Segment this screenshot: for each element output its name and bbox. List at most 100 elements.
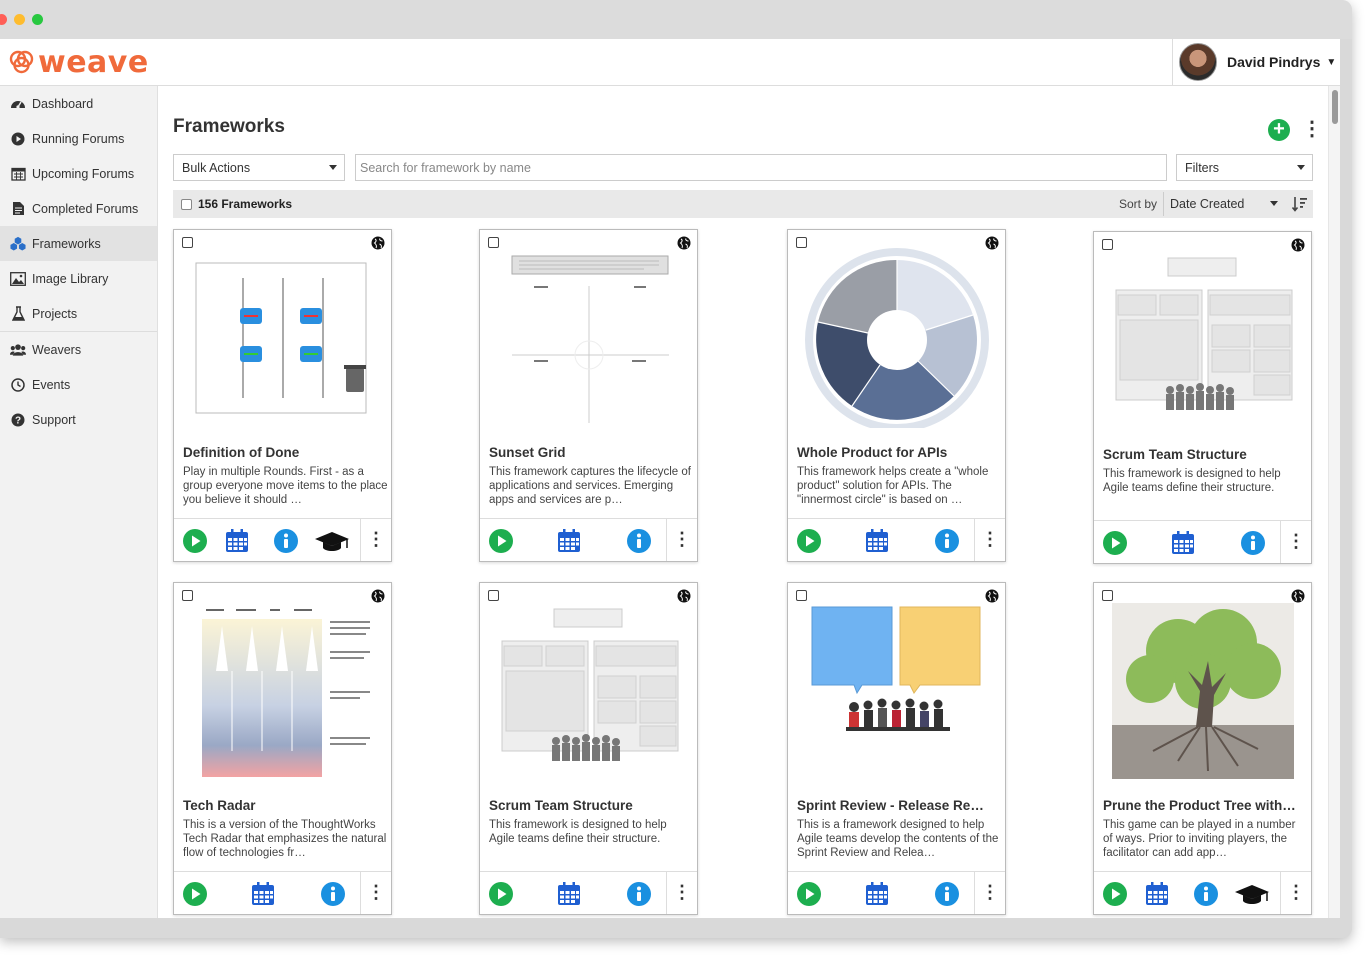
card-title[interactable]: Prune the Product Tree with… <box>1103 798 1303 813</box>
info-icon[interactable] <box>626 881 652 907</box>
card-more-options-icon[interactable]: ⋮ <box>1280 872 1311 914</box>
sidebar-item-support[interactable]: ? Support <box>0 402 157 437</box>
card-title[interactable]: Tech Radar <box>183 798 383 813</box>
info-icon[interactable] <box>1240 530 1266 556</box>
sidebar-item-completed-forums[interactable]: Completed Forums <box>0 191 157 226</box>
play-icon[interactable] <box>1102 530 1128 556</box>
framework-card[interactable]: Whole Product for APIs This framework hel… <box>787 229 1006 562</box>
framework-card[interactable]: Definition of Done Play in multiple Round… <box>173 229 392 562</box>
framework-thumbnail[interactable] <box>802 601 992 781</box>
card-checkbox[interactable] <box>1102 590 1113 601</box>
scrollbar[interactable] <box>1328 86 1340 918</box>
info-icon[interactable] <box>934 881 960 907</box>
framework-thumbnail[interactable] <box>494 248 684 428</box>
filters-select[interactable]: Filters <box>1176 154 1313 181</box>
card-more-options-icon[interactable]: ⋮ <box>666 872 697 914</box>
card-more-options-icon[interactable]: ⋮ <box>360 519 391 561</box>
sort-value: Date Created <box>1170 197 1245 211</box>
card-checkbox[interactable] <box>1102 239 1113 250</box>
card-more-options-icon[interactable]: ⋮ <box>974 519 1005 561</box>
bulk-actions-select[interactable]: Bulk Actions <box>173 154 345 181</box>
card-title[interactable]: Scrum Team Structure <box>489 798 689 813</box>
play-icon[interactable] <box>182 881 208 907</box>
sidebar-item-running-forums[interactable]: Running Forums <box>0 121 157 156</box>
play-icon[interactable] <box>488 528 514 554</box>
sidebar-item-frameworks[interactable]: Frameworks <box>0 226 157 261</box>
add-framework-button[interactable]: + <box>1268 119 1290 141</box>
info-icon[interactable] <box>1193 881 1219 907</box>
info-icon[interactable] <box>273 528 299 554</box>
framework-thumbnail[interactable] <box>188 248 378 428</box>
card-actions: ⋮ <box>1094 520 1311 563</box>
card-title[interactable]: Sunset Grid <box>489 445 689 460</box>
card-more-options-icon[interactable]: ⋮ <box>666 519 697 561</box>
maximize-window-button[interactable] <box>32 14 43 25</box>
calendar-icon[interactable] <box>556 881 582 907</box>
info-icon[interactable] <box>626 528 652 554</box>
info-icon[interactable] <box>320 881 346 907</box>
framework-thumbnail[interactable] <box>1108 250 1298 430</box>
sidebar-item-image-library[interactable]: Image Library <box>0 261 157 296</box>
card-checkbox[interactable] <box>796 237 807 248</box>
close-window-button[interactable] <box>0 14 7 25</box>
play-icon[interactable] <box>796 528 822 554</box>
minimize-window-button[interactable] <box>14 14 25 25</box>
card-checkbox[interactable] <box>182 590 193 601</box>
card-more-options-icon[interactable]: ⋮ <box>1280 521 1311 563</box>
framework-card[interactable]: Sunset Grid This framework captures the l… <box>479 229 698 562</box>
card-title[interactable]: Whole Product for APIs <box>797 445 997 460</box>
play-icon[interactable] <box>488 881 514 907</box>
card-description: This framework helps create a "whole pro… <box>797 466 989 506</box>
sidebar-item-projects[interactable]: Projects <box>0 296 157 331</box>
card-checkbox[interactable] <box>488 237 499 248</box>
info-icon[interactable] <box>934 528 960 554</box>
sidebar-item-label: Running Forums <box>32 131 125 146</box>
framework-card[interactable]: Prune the Product Tree with… This game ca… <box>1093 582 1312 915</box>
framework-card[interactable]: Scrum Team Structure This framework is de… <box>479 582 698 915</box>
card-more-options-icon[interactable]: ⋮ <box>360 872 391 914</box>
more-options-icon[interactable]: ⋮ <box>1302 118 1322 142</box>
sidebar-item-events[interactable]: Events <box>0 367 157 402</box>
weave-logo[interactable]: weave <box>8 43 149 81</box>
sort-select[interactable]: Date Created <box>1163 192 1283 216</box>
calendar-icon[interactable] <box>864 881 890 907</box>
card-title[interactable]: Sprint Review - Release Re… <box>797 798 997 813</box>
card-checkbox[interactable] <box>182 237 193 248</box>
calendar-icon[interactable] <box>1144 881 1170 907</box>
sidebar-item-weavers[interactable]: Weavers <box>0 332 157 367</box>
calendar-icon[interactable] <box>556 528 582 554</box>
framework-thumbnail[interactable] <box>188 601 378 781</box>
calendar-icon[interactable] <box>224 528 250 554</box>
framework-card[interactable]: Sprint Review - Release Re… This is a fra… <box>787 582 1006 915</box>
card-title[interactable]: Scrum Team Structure <box>1103 447 1303 462</box>
users-icon <box>10 342 26 358</box>
sidebar-item-dashboard[interactable]: Dashboard <box>0 86 157 121</box>
card-checkbox[interactable] <box>796 590 807 601</box>
framework-thumbnail[interactable] <box>494 601 684 781</box>
search-input[interactable]: Search for framework by name <box>355 154 1167 181</box>
card-title[interactable]: Definition of Done <box>183 445 383 460</box>
framework-thumbnail[interactable] <box>1108 601 1298 781</box>
calendar-icon[interactable] <box>1170 530 1196 556</box>
framework-thumbnail[interactable] <box>802 248 992 432</box>
card-checkbox[interactable] <box>488 590 499 601</box>
card-more-options-icon[interactable]: ⋮ <box>974 872 1005 914</box>
chevron-down-icon: ▼ <box>1326 56 1337 68</box>
page-title: Frameworks <box>173 116 285 137</box>
framework-card[interactable]: Scrum Team Structure This framework is de… <box>1093 231 1312 564</box>
play-icon[interactable] <box>182 528 208 554</box>
sidebar-item-label: Events <box>32 377 71 392</box>
sidebar-item-upcoming-forums[interactable]: Upcoming Forums <box>0 156 157 191</box>
weave-logo-icon <box>9 50 34 74</box>
graduation-cap-icon <box>314 528 350 554</box>
scroll-thumb[interactable] <box>1332 90 1338 124</box>
play-icon[interactable] <box>796 881 822 907</box>
framework-card[interactable]: Tech Radar This is a version of the Thoug… <box>173 582 392 915</box>
play-icon[interactable] <box>1102 881 1128 907</box>
sort-direction-icon[interactable] <box>1291 195 1309 213</box>
calendar-icon[interactable] <box>864 528 890 554</box>
select-all-checkbox[interactable] <box>181 199 192 210</box>
calendar-icon[interactable] <box>250 881 276 907</box>
user-menu[interactable]: David Pindrys ▼ <box>1172 39 1340 85</box>
framework-count: 156 Frameworks <box>198 197 293 211</box>
